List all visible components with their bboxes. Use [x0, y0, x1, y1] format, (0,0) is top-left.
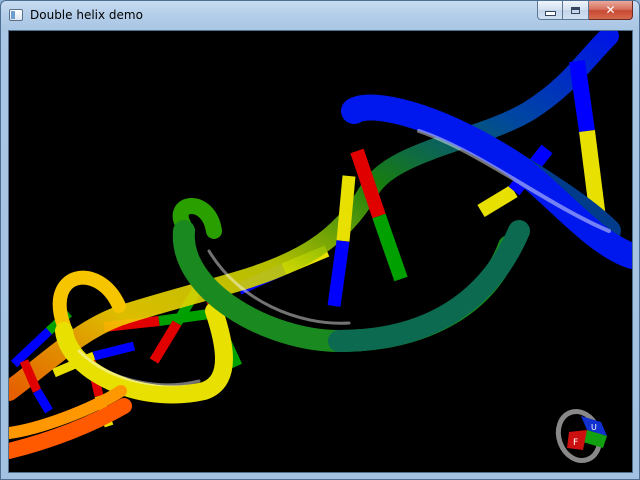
- base-pair: [569, 59, 595, 133]
- app-window: Double helix demo ✕ F U: [0, 0, 640, 480]
- base-pair: [149, 320, 182, 364]
- caption-buttons: ✕: [537, 1, 633, 21]
- close-icon: ✕: [605, 3, 616, 17]
- base-pair: [327, 240, 350, 307]
- base-pair: [372, 213, 408, 282]
- view-cube-top-label: U: [591, 423, 597, 432]
- base-pair: [33, 388, 53, 414]
- window-title: Double helix demo: [30, 8, 143, 22]
- maximize-button[interactable]: [563, 1, 589, 20]
- view-cube-front-label: F: [573, 438, 578, 448]
- close-button[interactable]: ✕: [589, 1, 633, 20]
- minimize-button[interactable]: [537, 1, 563, 20]
- app-window-icon: [9, 9, 23, 21]
- maximize-icon: [571, 6, 580, 14]
- minimize-icon: [544, 10, 556, 16]
- 3d-viewport[interactable]: F U: [8, 30, 633, 473]
- title-bar[interactable]: Double helix demo ✕: [1, 1, 639, 30]
- helix-scene: F U: [9, 31, 632, 467]
- base-pair: [336, 175, 356, 242]
- base-pair: [92, 341, 136, 361]
- base-pair: [477, 185, 518, 217]
- view-cube[interactable]: F U: [552, 406, 607, 467]
